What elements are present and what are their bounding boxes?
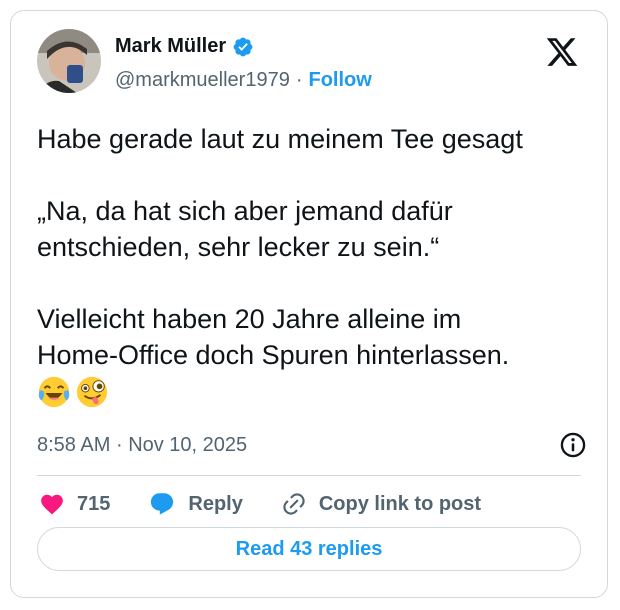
tweet-time: 8:58 AM	[37, 434, 111, 456]
tweet-text: Habe gerade laut zu meinem Tee gesagt „N…	[37, 121, 597, 409]
divider	[37, 475, 581, 476]
separator-dot: ·	[295, 69, 303, 91]
link-icon	[283, 493, 305, 515]
face-with-tears-of-joy-icon	[38, 376, 70, 408]
avatar[interactable]	[37, 29, 101, 93]
like-count: 715	[77, 492, 111, 515]
reply-bubble-icon	[151, 493, 174, 515]
heart-icon	[41, 494, 63, 515]
copy-link-label: Copy link to post	[318, 492, 482, 515]
tweet-line: Vielleicht haben 20 Jahre alleine im	[37, 304, 462, 334]
tweet-date: Nov 10, 2025	[128, 434, 248, 456]
author-handle[interactable]: @markmueller1979	[115, 69, 290, 92]
copy-link-button[interactable]: Copy link to post	[281, 491, 481, 517]
author-name-row: Mark Müller	[115, 35, 254, 58]
reply-button[interactable]: Reply	[148, 491, 243, 517]
reply-label: Reply	[188, 492, 243, 515]
info-icon[interactable]	[559, 431, 587, 459]
action-bar: 715 Reply Copy link to post	[39, 491, 519, 517]
tweet-card: Mark Müller @markmueller1979 · Follow Ha…	[10, 10, 608, 598]
emoji-row	[37, 375, 597, 409]
author-name[interactable]: Mark Müller	[115, 35, 226, 58]
read-replies-button[interactable]: Read 43 replies	[37, 527, 581, 571]
zany-face-icon	[76, 376, 108, 408]
tweet-line: „Na, da hat sich aber jemand dafür	[37, 196, 453, 226]
tweet-line: Habe gerade laut zu meinem Tee gesagt	[37, 124, 523, 154]
verified-badge-icon	[233, 37, 253, 56]
tweet-line: entschieden, sehr lecker zu sein.“	[37, 232, 440, 262]
like-button[interactable]: 715	[39, 491, 110, 517]
x-logo-icon[interactable]	[545, 35, 579, 69]
author-handle-row: @markmueller1979 · Follow	[115, 69, 372, 92]
separator-dot: ·	[115, 434, 123, 456]
timestamp[interactable]: 8:58 AM · Nov 10, 2025	[37, 434, 247, 457]
tweet-line: Home-Office doch Spuren hinterlassen.	[37, 340, 510, 370]
follow-button[interactable]: Follow	[309, 69, 372, 92]
